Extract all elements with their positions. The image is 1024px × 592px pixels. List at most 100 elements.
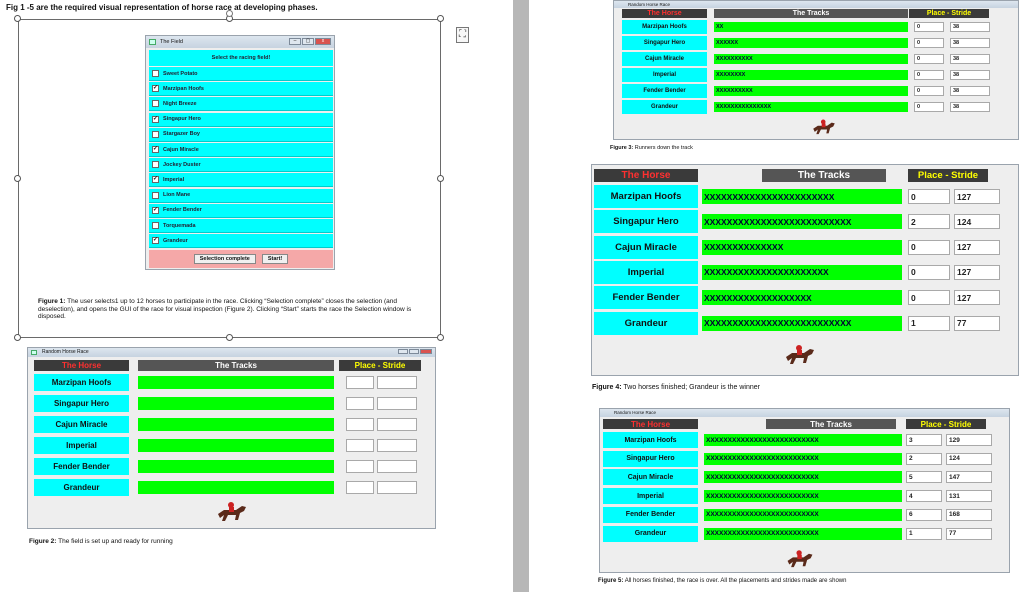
- track-bar: XXXXXXXXXXXXXXXXXXXXXXXXXX: [704, 508, 902, 521]
- stride-field: 127: [954, 264, 1000, 280]
- figure-2-caption: Figure 2: The field is set up and ready …: [29, 538, 173, 546]
- horse-name-cell: Singapur Hero: [34, 395, 129, 412]
- horse-name-cell: Imperial: [594, 260, 698, 284]
- close-icon[interactable]: x: [315, 38, 331, 45]
- stride-field: 124: [946, 452, 992, 465]
- stride-field: 129: [946, 434, 992, 446]
- selection-complete-button[interactable]: Selection complete: [193, 254, 256, 264]
- window-titlebar: Random Horse Race: [28, 348, 435, 357]
- horse-name-cell: Imperial: [34, 437, 129, 454]
- figure-1-caption: Figure 1: The user selects1 up to 12 hor…: [38, 298, 418, 321]
- maximize-icon[interactable]: ▢: [302, 38, 314, 45]
- checkbox-unchecked-icon[interactable]: [152, 70, 159, 77]
- checkbox-unchecked-icon[interactable]: [152, 222, 159, 229]
- maximize-icon[interactable]: [409, 349, 419, 354]
- horse-checkbox-row[interactable]: Jockey Duster: [149, 158, 333, 173]
- resize-handle[interactable]: [437, 175, 444, 182]
- horse-checkbox-row[interactable]: ✓ Marzipan Hoofs: [149, 82, 333, 97]
- checkbox-checked-icon[interactable]: ✓: [152, 206, 159, 214]
- stride-field: 38: [950, 70, 990, 80]
- place-field: 0: [908, 189, 950, 204]
- horse-name-cell: Fender Bender: [603, 506, 698, 523]
- horse-checkbox-row[interactable]: Stargazer Boy: [149, 127, 333, 142]
- header-horse: The Horse: [603, 419, 698, 429]
- horse-name-cell: Singapur Hero: [622, 36, 707, 50]
- checkbox-checked-icon[interactable]: ✓: [152, 115, 159, 123]
- caption-label: Figure 2:: [29, 538, 57, 545]
- checkbox-checked-icon[interactable]: ✓: [152, 237, 159, 245]
- horse-checkbox-row[interactable]: ✓ Singapur Hero: [149, 112, 333, 127]
- resize-handle[interactable]: [437, 15, 444, 22]
- stride-field: [377, 460, 417, 473]
- checkbox-checked-icon[interactable]: ✓: [152, 176, 159, 184]
- horse-checkbox-row[interactable]: Torquemada: [149, 219, 333, 233]
- header-horse: The Horse: [622, 9, 707, 18]
- track-bar: XXXXXXXX: [714, 70, 908, 80]
- stride-field: 127: [954, 189, 1000, 204]
- checkbox-unchecked-icon[interactable]: [152, 100, 159, 108]
- track-bar: XXXXXXXXXXXXXXXXXXXXXXXXXX: [702, 214, 902, 230]
- horse-name-cell: Grandeur: [622, 100, 707, 114]
- minimize-icon[interactable]: [398, 349, 408, 354]
- right-document-page: Random Horse Race The Horse The Tracks P…: [529, 0, 1024, 592]
- window-titlebar: The Field – ▢ x: [146, 36, 334, 48]
- caption-text: Runners down the track: [634, 145, 693, 151]
- window-titlebar: Random Horse Race: [614, 1, 1018, 8]
- horse-name-cell: Grandeur: [34, 479, 129, 496]
- horse-checkbox-row[interactable]: ✓ Fender Bender: [149, 203, 333, 218]
- track-bar: XXXXXXXXXXXXXXXXXXXXXXXXXX: [702, 315, 902, 331]
- checkbox-unchecked-icon[interactable]: [152, 191, 159, 199]
- checkbox-checked-icon[interactable]: ✓: [152, 85, 159, 93]
- field-selection-window: The Field – ▢ x Select the racing field!…: [145, 35, 335, 270]
- horse-checkbox-row[interactable]: Night Breeze: [149, 97, 333, 112]
- checkbox-unchecked-icon[interactable]: [152, 130, 159, 138]
- place-field: 0: [914, 38, 944, 48]
- horse-name-cell: Grandeur: [603, 525, 698, 542]
- horse-name-cell: Singapur Hero: [603, 450, 698, 467]
- horse-rider-icon: [218, 502, 246, 521]
- app-icon: [31, 350, 37, 355]
- checkbox-unchecked-icon[interactable]: [152, 161, 159, 169]
- horse-name-label: Lion Mane: [163, 192, 191, 199]
- horse-name-cell: Cajun Miracle: [594, 235, 698, 259]
- resize-handle[interactable]: [14, 334, 21, 341]
- horse-rider-icon: [786, 345, 814, 364]
- track-bar: XXXXXX: [714, 38, 908, 48]
- checkbox-checked-icon[interactable]: ✓: [152, 146, 159, 153]
- stride-field: 38: [950, 102, 990, 112]
- stride-field: [377, 397, 417, 410]
- resize-handle[interactable]: [14, 175, 21, 182]
- place-field: 0: [908, 290, 950, 306]
- horse-name-cell: Marzipan Hoofs: [594, 185, 698, 208]
- start-button[interactable]: Start!: [261, 254, 289, 264]
- horse-checkbox-row[interactable]: Lion Mane: [149, 188, 333, 203]
- place-field: [346, 397, 374, 410]
- window-titlebar: Random Horse Race: [600, 409, 1009, 417]
- resize-handle[interactable]: [226, 334, 233, 341]
- rotate-handle[interactable]: [226, 10, 233, 17]
- place-field: [346, 481, 374, 494]
- track-bar: XX: [714, 22, 908, 32]
- horse-checkbox-row[interactable]: ✓ Grandeur: [149, 234, 333, 249]
- place-field: 0: [914, 54, 944, 64]
- horse-rider-icon: [813, 119, 835, 135]
- layout-options-icon[interactable]: ⛶: [456, 27, 469, 43]
- place-field: 0: [914, 70, 944, 80]
- resize-handle[interactable]: [437, 334, 444, 341]
- minimize-icon[interactable]: –: [289, 38, 301, 45]
- caption-text: All horses finished, the race is over. A…: [624, 578, 847, 584]
- track-bar: [138, 460, 334, 473]
- horse-checkbox-row[interactable]: Sweet Potato: [149, 67, 333, 81]
- stride-field: 124: [954, 214, 1000, 230]
- figure-3-caption: Figure 3: Runners down the track: [610, 145, 693, 153]
- stride-field: 131: [946, 490, 992, 503]
- horse-checkbox-row[interactable]: ✓ Cajun Miracle: [149, 143, 333, 157]
- resize-handle[interactable]: [14, 15, 21, 22]
- stride-field: 77: [946, 527, 992, 540]
- place-field: [346, 460, 374, 473]
- place-field: 3: [906, 434, 942, 446]
- track-bar: [138, 418, 334, 431]
- horse-checkbox-row[interactable]: ✓ Imperial: [149, 173, 333, 188]
- close-icon[interactable]: [420, 349, 432, 354]
- track-bar: XXXXXXXXXXXXXXXXXXXXXXXXXX: [704, 471, 902, 484]
